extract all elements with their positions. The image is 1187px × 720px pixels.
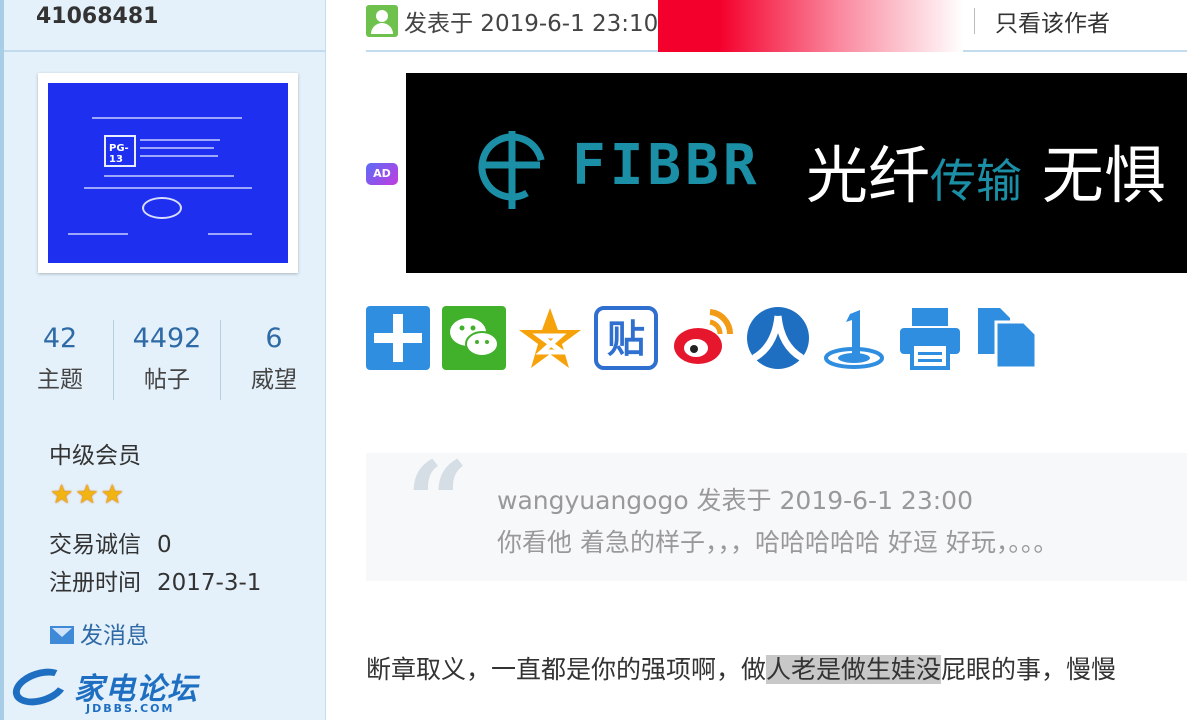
stat-topics-label: 主题: [37, 367, 83, 393]
trade-credit-label: 交易诚信: [49, 532, 141, 558]
stat-posts-label: 帖子: [144, 367, 190, 393]
print-icon[interactable]: [898, 306, 962, 370]
quote-author: wangyuangogo 发表于 2019-6-1 23:00: [497, 486, 973, 515]
author-username[interactable]: 41068481: [36, 4, 158, 29]
quote-text: 你看他 着急的样子，，，哈哈哈哈哈 好逗 好玩，。。。: [497, 528, 1059, 557]
stat-prestige-value: 6: [265, 323, 283, 354]
send-message-link[interactable]: 发消息: [50, 616, 149, 650]
sidebar-divider: [4, 50, 326, 52]
stat-topics-value[interactable]: 42: [8, 323, 112, 354]
logo-swoosh-icon: [8, 662, 72, 712]
author-stats: 42 主题 4492 帖子 6 威望: [8, 318, 326, 402]
stat-separator: [220, 320, 221, 400]
register-date-label: 注册时间: [49, 570, 141, 596]
avatar-image: PG-13: [48, 83, 288, 263]
register-date-row: 注册时间 2017-3-1: [49, 563, 261, 597]
star-icon: ★: [75, 480, 99, 510]
tieba-icon[interactable]: 贴: [594, 306, 658, 370]
trade-credit-row: 交易诚信 0: [49, 525, 172, 559]
ad-slogan: 光纤传输 无惧: [806, 139, 1166, 212]
post-body-text: 屁眼的事，慢慢: [941, 655, 1117, 684]
star-icon: ★: [100, 480, 124, 510]
selected-text: 人老是做生娃没: [766, 655, 942, 684]
stat-separator: [113, 320, 114, 400]
post-body-text: 断章取义，一直都是你的强项啊，做: [366, 655, 767, 684]
renren-icon[interactable]: [746, 306, 810, 370]
post-timestamp: 发表于 2019-6-1 23:10: [404, 11, 659, 37]
ad-brand-text: FIBBR: [572, 133, 761, 198]
ad-badge: AD: [366, 163, 398, 185]
add-share-icon[interactable]: [366, 306, 430, 370]
copy-icon[interactable]: [974, 306, 1038, 370]
header-separator: [974, 8, 975, 34]
avatar[interactable]: PG-13: [38, 73, 298, 273]
stat-posts[interactable]: 4492 帖子: [115, 318, 219, 402]
quote-mark-icon: “: [406, 437, 470, 566]
qzone-icon[interactable]: [518, 306, 582, 370]
fibbr-logo-icon: [478, 131, 546, 209]
trade-credit-value: 0: [157, 532, 172, 558]
stat-prestige: 6 威望: [222, 318, 326, 402]
stat-prestige-label: 威望: [251, 367, 297, 393]
forum-logo: 家电论坛 JDBBS.COM: [8, 662, 212, 720]
author-sidebar: 41068481 PG-13 42 主题 4492 帖子 6 威望 中级会员 ★…: [0, 0, 326, 720]
weibo-icon[interactable]: [670, 306, 734, 370]
stat-topics[interactable]: 42 主题: [8, 318, 112, 402]
send-message-label: 发消息: [80, 623, 149, 649]
only-author-link[interactable]: 只看该作者: [995, 4, 1110, 38]
quote-block: “ wangyuangogo 发表于 2019-6-1 23:00 你看他 着急…: [366, 447, 1187, 581]
post-header: 发表于 2019-6-1 23:10 只看该作者: [366, 0, 1187, 52]
forum-logo-domain: JDBBS.COM: [86, 702, 175, 715]
ad-banner[interactable]: FIBBR 光纤传输 无惧: [406, 73, 1187, 273]
mail-icon: [50, 626, 74, 644]
online-status-icon: [366, 5, 398, 37]
wechat-icon[interactable]: [442, 306, 506, 370]
stat-posts-value[interactable]: 4492: [115, 323, 219, 354]
svg-text:贴: 贴: [607, 317, 645, 361]
qqweibo-icon[interactable]: [822, 306, 886, 370]
level-stars: ★★★: [50, 480, 126, 510]
star-icon: ★: [50, 480, 74, 510]
post-body: 断章取义，一直都是你的强项啊，做人老是做生娃没屁眼的事，慢慢: [366, 650, 1116, 686]
seal-icon: [142, 197, 182, 219]
register-date-value: 2017-3-1: [157, 570, 262, 596]
member-level[interactable]: 中级会员: [49, 436, 141, 470]
redaction-overlay: [658, 0, 963, 52]
rating-box-icon: PG-13: [104, 135, 136, 167]
